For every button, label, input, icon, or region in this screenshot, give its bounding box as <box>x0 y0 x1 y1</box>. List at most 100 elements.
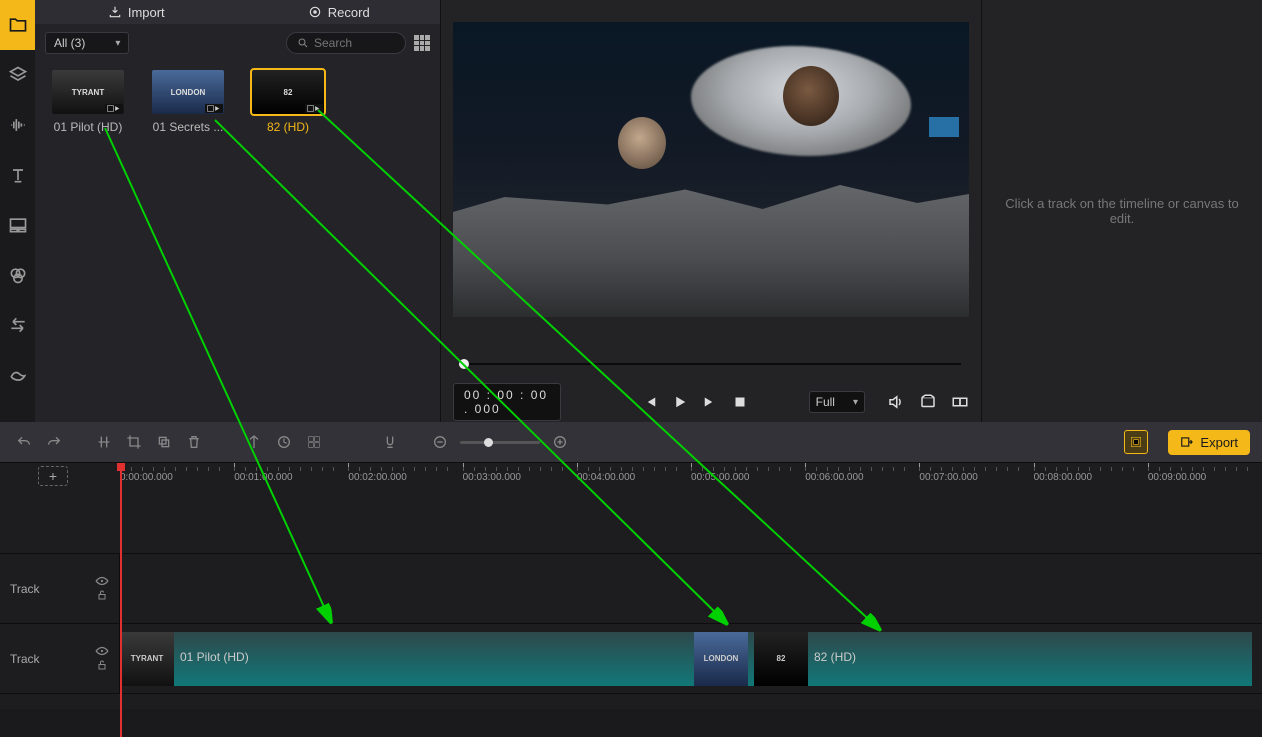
speed-button[interactable] <box>272 430 296 454</box>
media-item-label: 01 Pilot (HD) <box>49 120 127 134</box>
ruler-mark: 00:05:00.000 <box>691 463 805 492</box>
split-button[interactable] <box>92 430 116 454</box>
tracks-area: Track Track TYRANT01 Pilot (HD)LONDON828… <box>0 492 1262 709</box>
undo-button[interactable] <box>12 430 36 454</box>
sidebar-tab-text[interactable] <box>0 150 35 200</box>
ruler-mark: 00:02:00.000 <box>348 463 462 492</box>
preview-size-dropdown[interactable]: Full ▾ <box>809 391 865 413</box>
media-thumbnails: TYRANT 01 Pilot (HD) LONDON01 Secrets ... 8… <box>35 62 440 422</box>
playhead[interactable] <box>120 463 122 737</box>
compare-icon[interactable] <box>951 393 969 411</box>
mosaic-button[interactable] <box>302 430 326 454</box>
track-body-empty[interactable] <box>120 554 1262 623</box>
chevron-down-icon: ▾ <box>853 397 858 408</box>
zoom-out-button[interactable] <box>428 430 452 454</box>
record-button[interactable]: Record <box>238 0 441 24</box>
media-item[interactable]: LONDON01 Secrets ... <box>149 70 227 134</box>
clip-label: 82 (HD) <box>814 650 856 664</box>
snap-button[interactable] <box>378 430 402 454</box>
export-icon <box>1180 435 1194 449</box>
media-item-label: 82 (HD) <box>249 120 327 134</box>
play-button[interactable] <box>671 393 689 411</box>
timeline-clip[interactable]: TYRANT 01 Pilot (HD) <box>120 632 694 685</box>
ruler-mark: 00:09:00.000 <box>1148 463 1262 492</box>
track-header[interactable]: Track <box>0 624 120 693</box>
batch-export-button[interactable] <box>1124 430 1148 454</box>
view-grid-icon[interactable] <box>414 35 430 51</box>
copy-button[interactable] <box>152 430 176 454</box>
ruler-mark: 00:08:00.000 <box>1034 463 1148 492</box>
record-label: Record <box>328 5 370 20</box>
left-sidebar <box>0 0 35 422</box>
track-header[interactable]: Track <box>0 554 120 623</box>
media-item[interactable]: TYRANT 01 Pilot (HD) <box>49 70 127 134</box>
ruler-mark: 00:04:00.000 <box>577 463 691 492</box>
export-button[interactable]: Export <box>1168 430 1250 455</box>
zoom-in-button[interactable] <box>548 430 572 454</box>
lock-icon[interactable] <box>95 589 109 601</box>
record-icon <box>308 5 322 19</box>
delete-button[interactable] <box>182 430 206 454</box>
media-thumbnail: LONDON <box>152 70 224 114</box>
media-thumbnail: TYRANT <box>52 70 124 114</box>
preview-scrubber[interactable] <box>453 357 969 371</box>
volume-icon[interactable] <box>887 393 905 411</box>
preview-panel: 00 : 00 : 00 . 000 Full ▾ <box>440 0 982 422</box>
import-button[interactable]: Import <box>35 0 238 24</box>
timeline-toolbar: Export <box>0 422 1262 462</box>
track-row-2: Track TYRANT 01 Pilot (HD) LONDON82 82 (HD) <box>0 624 1262 694</box>
search-input[interactable] <box>314 36 395 50</box>
track-label: Track <box>10 582 40 596</box>
preview-size-value: Full <box>816 395 835 409</box>
track-body-clips[interactable]: TYRANT 01 Pilot (HD) LONDON82 82 (HD) <box>120 624 1262 693</box>
sidebar-tab-transitions[interactable] <box>0 300 35 350</box>
sidebar-tab-media[interactable] <box>0 0 35 50</box>
sidebar-tab-layers[interactable] <box>0 50 35 100</box>
search-icon <box>297 37 309 49</box>
track-row-1: Track <box>0 554 1262 624</box>
media-item[interactable]: 82 82 (HD) <box>249 70 327 134</box>
properties-panel: Click a track on the timeline or canvas … <box>982 0 1262 422</box>
ruler-mark: 00:06:00.000 <box>805 463 919 492</box>
media-panel: Import Record All (3) ▾ TYRANT 01 Pilot (… <box>35 0 440 422</box>
zoom-slider[interactable] <box>460 441 540 444</box>
lock-icon[interactable] <box>95 659 109 671</box>
preview-canvas[interactable] <box>453 22 969 317</box>
media-thumbnail: 82 <box>252 70 324 114</box>
add-track-button[interactable]: + <box>38 466 68 486</box>
media-filter-value: All (3) <box>54 36 85 50</box>
sidebar-tab-audio[interactable] <box>0 100 35 150</box>
ruler-mark: 00:01:00.000 <box>234 463 348 492</box>
ruler-mark: 00:03:00.000 <box>463 463 577 492</box>
timeline-clip[interactable]: 82 82 (HD) <box>754 632 1252 685</box>
prev-frame-button[interactable] <box>641 393 659 411</box>
sidebar-tab-overlay[interactable] <box>0 200 35 250</box>
visibility-icon[interactable] <box>95 576 109 586</box>
chevron-down-icon: ▾ <box>115 38 120 49</box>
empty-track[interactable] <box>0 492 1262 554</box>
track-label: Track <box>10 652 40 666</box>
visibility-icon[interactable] <box>95 646 109 656</box>
clip-thumbnail: 82 <box>754 632 808 686</box>
export-label: Export <box>1200 435 1238 450</box>
properties-hint: Click a track on the timeline or canvas … <box>1002 196 1242 226</box>
sidebar-tab-filters[interactable] <box>0 250 35 300</box>
timeline-ruler[interactable]: + 0:00:00.00000:01:00.00000:02:00.00000:… <box>0 462 1262 492</box>
redo-button[interactable] <box>42 430 66 454</box>
stop-button[interactable] <box>731 393 749 411</box>
clip-thumbnail: LONDON <box>694 632 748 686</box>
preview-timecode: 00 : 00 : 00 . 000 <box>453 383 561 421</box>
search-input-wrap[interactable] <box>286 32 406 54</box>
marker-button[interactable] <box>242 430 266 454</box>
media-filter-dropdown[interactable]: All (3) ▾ <box>45 32 129 54</box>
import-icon <box>108 5 122 19</box>
next-frame-button[interactable] <box>701 393 719 411</box>
crop-button[interactable] <box>122 430 146 454</box>
import-label: Import <box>128 5 165 20</box>
sidebar-tab-elements[interactable] <box>0 350 35 400</box>
clip-label: 01 Pilot (HD) <box>180 650 249 664</box>
clip-thumbnail: TYRANT <box>120 632 174 686</box>
snapshot-icon[interactable] <box>919 393 937 411</box>
ruler-mark: 00:07:00.000 <box>919 463 1033 492</box>
timeline-clip[interactable]: LONDON <box>694 632 754 685</box>
